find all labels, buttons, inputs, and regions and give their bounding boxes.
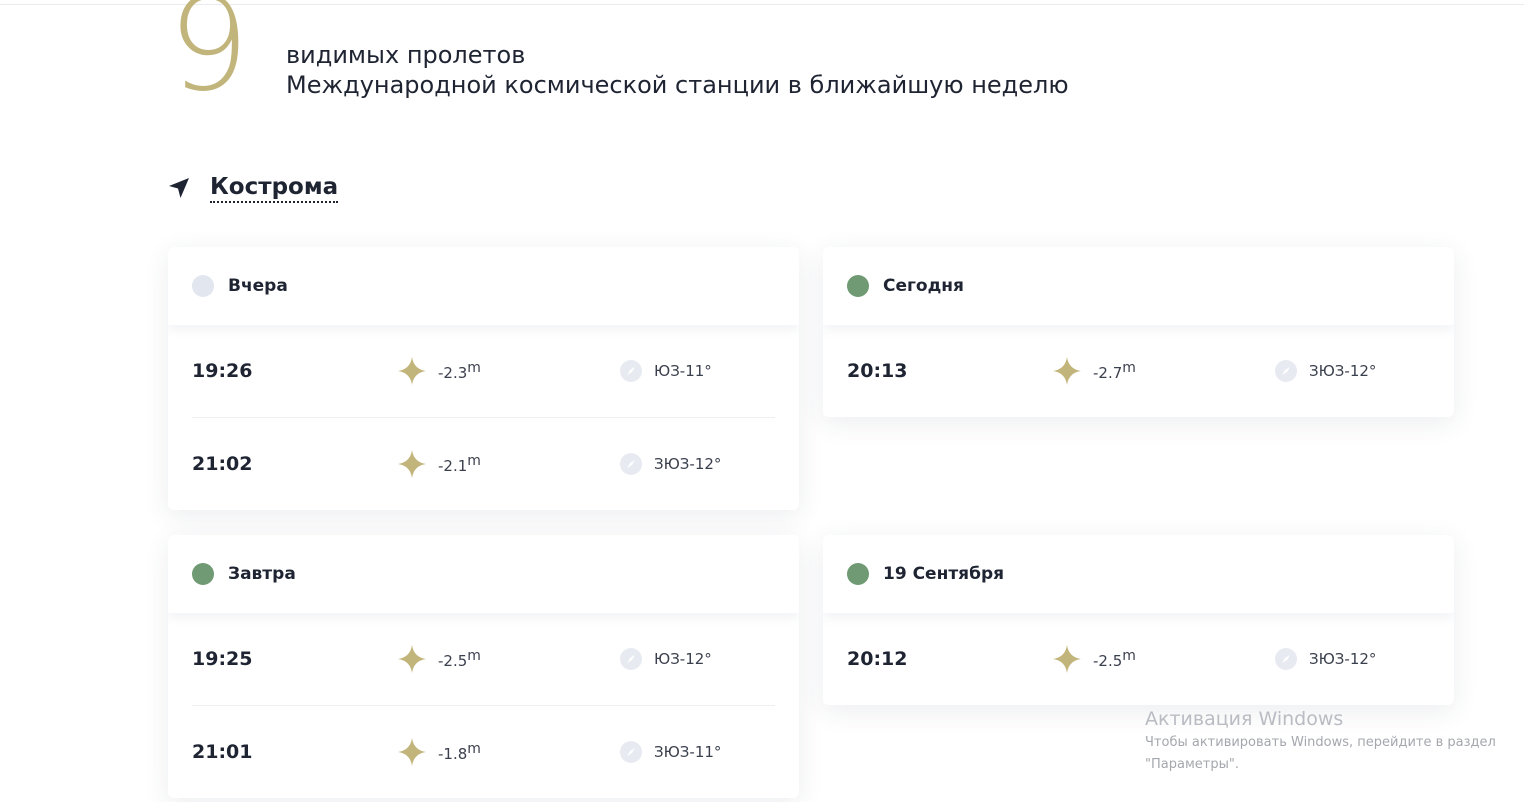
pass-time: 20:12 — [847, 648, 908, 670]
magnitude-unit: m — [1122, 648, 1136, 664]
pass-time: 21:02 — [192, 453, 253, 475]
pass-direction: ЗЮЗ-12° — [1275, 360, 1376, 382]
pass-direction: ЗЮЗ-12° — [1275, 648, 1376, 670]
pass-row: 19:26 -2.3m ЮЗ-11° — [192, 325, 775, 417]
magnitude-unit: m — [1122, 360, 1136, 376]
day-title: Вчера — [228, 276, 288, 296]
day-title: Сегодня — [883, 276, 964, 296]
direction-value: ЮЗ-11° — [654, 362, 712, 380]
day-card-yesterday: Вчера 19:26 -2.3m ЮЗ-11° 21:02 -2.1m ЗЮЗ… — [168, 247, 799, 510]
pass-time: 20:13 — [847, 360, 908, 382]
magnitude-unit: m — [467, 360, 481, 376]
status-dot — [847, 563, 869, 585]
magnitude-value: -1.8 — [438, 745, 468, 763]
direction-value: ЗЮЗ-12° — [1309, 650, 1377, 668]
pass-direction: ЗЮЗ-12° — [620, 453, 721, 475]
pass-magnitude: -1.8m — [398, 738, 481, 766]
city-link[interactable]: Кострома — [210, 174, 339, 203]
pass-time: 21:01 — [192, 741, 253, 763]
pass-time: 19:26 — [192, 360, 253, 382]
star-icon — [398, 357, 426, 385]
direction-value: ЗЮЗ-11° — [654, 743, 722, 761]
day-card-header: Вчера — [168, 247, 799, 325]
pass-magnitude: -2.1m — [398, 450, 481, 478]
pass-row: 20:13 -2.7m ЗЮЗ-12° — [847, 325, 1430, 417]
hero-line-1: видимых пролетов — [286, 41, 526, 69]
hero-header: 9 видимых пролетов Международной космиче… — [168, 0, 1368, 114]
windows-activation-watermark: Активация Windows Чтобы активировать Win… — [1145, 706, 1496, 776]
pass-magnitude: -2.7m — [1053, 357, 1136, 385]
compass-icon — [620, 741, 642, 763]
pass-magnitude: -2.5m — [398, 645, 481, 673]
magnitude-value: -2.5 — [1093, 652, 1123, 670]
compass-icon — [620, 360, 642, 382]
day-card-tomorrow: Завтра 19:25 -2.5m ЮЗ-12° 21:01 -1.8m ЗЮ… — [168, 535, 799, 798]
watermark-line-1: Чтобы активировать Windows, перейдите в … — [1145, 735, 1496, 750]
pass-row: 20:12 -2.5m ЗЮЗ-12° — [847, 613, 1430, 705]
compass-icon — [620, 648, 642, 670]
magnitude-unit: m — [467, 741, 481, 757]
day-card-header: Завтра — [168, 535, 799, 613]
pass-count: 9 — [168, 0, 249, 120]
pass-direction: ЮЗ-12° — [620, 648, 712, 670]
compass-icon — [620, 453, 642, 475]
pass-time: 19:25 — [192, 648, 253, 670]
day-card-today: Сегодня 20:13 -2.7m ЗЮЗ-12° — [823, 247, 1454, 417]
magnitude-value: -2.5 — [438, 652, 468, 670]
pass-row: 19:25 -2.5m ЮЗ-12° — [192, 613, 775, 705]
day-title: 19 Сентября — [883, 564, 1005, 584]
star-icon — [398, 738, 426, 766]
pass-direction: ЗЮЗ-11° — [620, 741, 721, 763]
status-dot — [192, 275, 214, 297]
day-title: Завтра — [228, 564, 296, 584]
pass-row: 21:01 -1.8m ЗЮЗ-11° — [192, 705, 775, 798]
hero-line-2: Международной космической станции в ближ… — [286, 71, 1069, 99]
magnitude-value: -2.7 — [1093, 364, 1123, 382]
magnitude-unit: m — [467, 453, 481, 469]
pass-direction: ЮЗ-11° — [620, 360, 712, 382]
star-icon — [398, 450, 426, 478]
watermark-title: Активация Windows — [1145, 708, 1344, 730]
hero-caption: видимых пролетов Международной космическ… — [286, 40, 1069, 100]
star-icon — [1053, 645, 1081, 673]
status-dot — [192, 563, 214, 585]
direction-value: ЗЮЗ-12° — [1309, 362, 1377, 380]
magnitude-value: -2.1 — [438, 457, 468, 475]
day-card-header: 19 Сентября — [823, 535, 1454, 613]
magnitude-unit: m — [467, 648, 481, 664]
pass-row: 21:02 -2.1m ЗЮЗ-12° — [192, 417, 775, 510]
pass-magnitude: -2.3m — [398, 357, 481, 385]
direction-value: ЗЮЗ-12° — [654, 455, 722, 473]
day-card-header: Сегодня — [823, 247, 1454, 325]
day-card-sep-19: 19 Сентября 20:12 -2.5m ЗЮЗ-12° — [823, 535, 1454, 705]
magnitude-value: -2.3 — [438, 364, 468, 382]
star-icon — [398, 645, 426, 673]
star-icon — [1053, 357, 1081, 385]
status-dot — [847, 275, 869, 297]
location-arrow-icon — [166, 175, 192, 201]
watermark-line-2: "Параметры". — [1145, 757, 1239, 772]
compass-icon — [1275, 360, 1297, 382]
direction-value: ЮЗ-12° — [654, 650, 712, 668]
location-selector[interactable]: Кострома — [166, 170, 339, 206]
compass-icon — [1275, 648, 1297, 670]
pass-magnitude: -2.5m — [1053, 645, 1136, 673]
